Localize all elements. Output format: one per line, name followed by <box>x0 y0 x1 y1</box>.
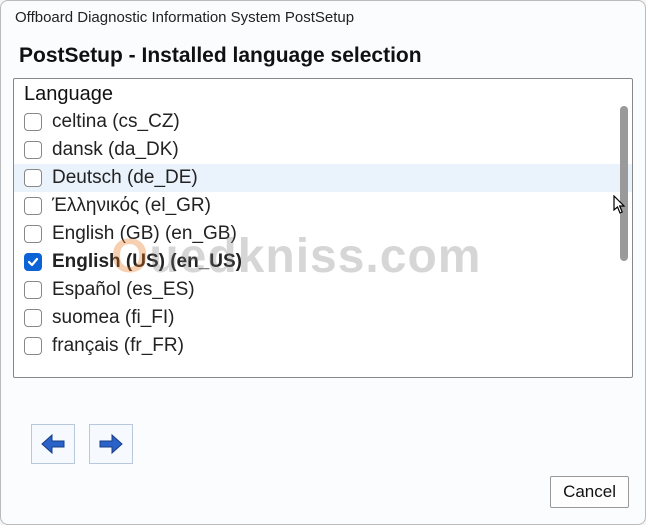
language-row[interactable]: English (GB) (en_GB) <box>14 220 632 248</box>
language-row[interactable]: dansk (da_DK) <box>14 136 632 164</box>
language-checkbox[interactable] <box>24 225 42 243</box>
dialog-window: Offboard Diagnostic Information System P… <box>0 0 646 525</box>
language-checkbox[interactable] <box>24 309 42 327</box>
window-title: Offboard Diagnostic Information System P… <box>1 1 645 30</box>
language-checkbox[interactable] <box>24 141 42 159</box>
language-list: Language celtina (cs_CZ)dansk (da_DK) Deu… <box>13 78 633 378</box>
language-label: français (fr_FR) <box>52 335 184 357</box>
back-button[interactable] <box>31 424 75 464</box>
language-row[interactable]: Español (es_ES) <box>14 276 632 304</box>
language-label: Deutsch (de_DE) <box>52 167 198 189</box>
language-checkbox[interactable] <box>24 253 42 271</box>
language-row[interactable]: Deutsch (de_DE) <box>14 164 632 192</box>
scrollbar-thumb[interactable] <box>620 106 628 261</box>
language-row[interactable]: celtina (cs_CZ) <box>14 108 632 136</box>
page-heading: PostSetup - Installed language selection <box>1 30 645 78</box>
arrow-left-icon <box>40 433 66 455</box>
language-checkbox[interactable] <box>24 337 42 355</box>
language-checkbox[interactable] <box>24 281 42 299</box>
cancel-button[interactable]: Cancel <box>550 476 629 508</box>
list-column-header: Language <box>14 79 632 108</box>
language-row[interactable]: français (fr_FR) <box>14 332 632 360</box>
language-label: English (GB) (en_GB) <box>52 223 237 245</box>
language-label: Έλληνικός (el_GR) <box>52 195 211 217</box>
language-checkbox[interactable] <box>24 169 42 187</box>
list-body: celtina (cs_CZ)dansk (da_DK) Deutsch (de_… <box>14 108 632 360</box>
arrow-right-icon <box>98 433 124 455</box>
language-label: English (US) (en_US) <box>52 251 242 273</box>
language-label: celtina (cs_CZ) <box>52 111 180 133</box>
nav-buttons <box>31 424 133 464</box>
language-label: suomea (fi_FI) <box>52 307 174 329</box>
language-row[interactable]: English (US) (en_US) <box>14 248 632 276</box>
next-button[interactable] <box>89 424 133 464</box>
language-label: Español (es_ES) <box>52 279 195 301</box>
language-row[interactable]: suomea (fi_FI) <box>14 304 632 332</box>
language-label: dansk (da_DK) <box>52 139 179 161</box>
scrollbar-track[interactable] <box>618 81 630 375</box>
language-row[interactable]: Έλληνικός (el_GR) <box>14 192 632 220</box>
language-checkbox[interactable] <box>24 113 42 131</box>
language-checkbox[interactable] <box>24 197 42 215</box>
